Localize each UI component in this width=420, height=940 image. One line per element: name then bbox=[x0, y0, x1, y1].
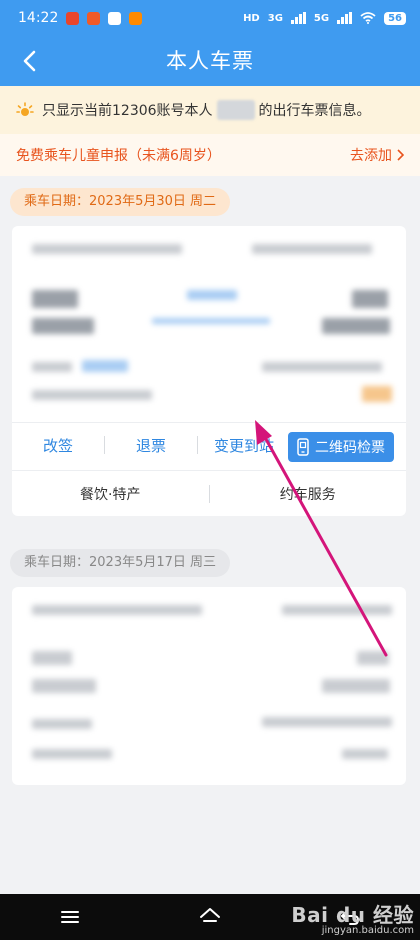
ticket-card bbox=[12, 587, 406, 785]
add-child-label: 去添加 bbox=[350, 148, 392, 164]
home-button[interactable] bbox=[190, 897, 230, 937]
app-notification-icon bbox=[108, 11, 122, 25]
signal-icon bbox=[337, 12, 353, 24]
system-nav-bar: Bai du 经验 jingyan.baidu.com bbox=[0, 894, 420, 940]
baidu-watermark: Bai du 经验 jingyan.baidu.com bbox=[291, 905, 414, 936]
status-bar: 14:22 HD 3G 5G 56 bbox=[0, 0, 420, 36]
add-child-link[interactable]: 去添加 bbox=[350, 145, 404, 165]
child-declaration-row[interactable]: 免费乘车儿童申报（未满6周岁） 去添加 bbox=[0, 134, 420, 176]
watermark-url: jingyan.baidu.com bbox=[321, 925, 414, 936]
qr-checkin-label: 二维码检票 bbox=[315, 440, 385, 456]
app-notification-icon bbox=[87, 11, 101, 25]
network-5g: 5G bbox=[313, 12, 330, 24]
battery-indicator: 56 bbox=[384, 11, 406, 25]
ticket-card: 改签 退票 变更到站 二维码检票 餐饮·特产 约车服务 bbox=[12, 226, 406, 516]
food-specialty-link[interactable]: 餐饮·特产 bbox=[12, 484, 209, 504]
menu-icon bbox=[61, 911, 79, 923]
phone-qr-icon bbox=[297, 438, 309, 456]
car-booking-link[interactable]: 约车服务 bbox=[210, 484, 407, 504]
wifi-icon bbox=[360, 12, 376, 24]
notice-text-before: 只显示当前12306账号本人 bbox=[42, 103, 213, 119]
home-icon bbox=[200, 908, 220, 922]
notice-banner: 只显示当前12306账号本人 的出行车票信息。 bbox=[0, 86, 420, 134]
redacted-name bbox=[216, 100, 255, 120]
nav-bar: 本人车票 bbox=[0, 36, 420, 86]
chevron-right-icon bbox=[397, 149, 404, 161]
hd-indicator: HD bbox=[243, 12, 260, 24]
reschedule-button[interactable]: 改签 bbox=[12, 435, 104, 456]
menu-button[interactable] bbox=[50, 897, 90, 937]
network-3g: 3G bbox=[267, 12, 283, 24]
sun-icon bbox=[16, 102, 34, 116]
change-destination-button[interactable]: 变更到站 bbox=[198, 435, 290, 456]
app-notification-icon bbox=[66, 11, 80, 25]
notice-text-after: 的出行车票信息。 bbox=[258, 103, 371, 119]
page-title: 本人车票 bbox=[166, 49, 254, 73]
service-row: 餐饮·特产 约车服务 bbox=[12, 470, 406, 516]
qr-checkin-button[interactable]: 二维码检票 bbox=[288, 432, 394, 462]
watermark-logo: Bai du 经验 bbox=[291, 903, 414, 927]
app-notification-icon bbox=[129, 11, 143, 25]
refund-button[interactable]: 退票 bbox=[105, 435, 197, 456]
child-declaration-label: 免费乘车儿童申报（未满6周岁） bbox=[16, 148, 221, 164]
signal-icon bbox=[290, 12, 306, 24]
trip-date-label: 乘车日期：2023年5月30日 周二 bbox=[10, 188, 231, 216]
status-time: 14:22 bbox=[18, 10, 59, 26]
trip-date-label: 乘车日期：2023年5月17日 周三 bbox=[10, 549, 231, 577]
